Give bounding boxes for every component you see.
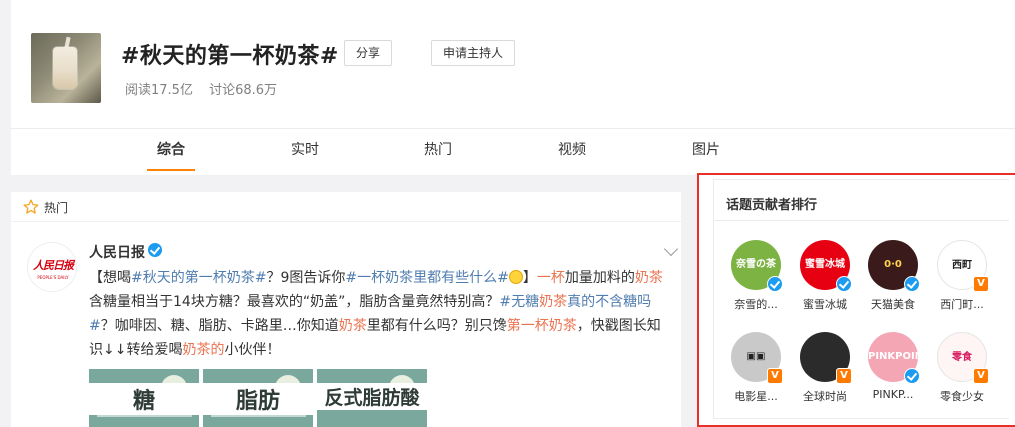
image-label: 反式脂肪酸 — [317, 383, 427, 410]
contributor-name: 蜜雪冰城 — [803, 298, 847, 311]
verified-icon — [767, 368, 783, 384]
verified-icon — [767, 276, 783, 292]
contributor-item[interactable]: 蜜雪冰城 蜜雪冰城 — [792, 240, 858, 311]
topic-link[interactable]: #秋天的第一杯奶茶# — [131, 270, 266, 286]
tab-realtime[interactable]: 实时 — [291, 129, 319, 175]
contributor-item[interactable]: 0·0 天猫美食 — [860, 240, 926, 311]
contributor-item[interactable]: 全球时尚 — [792, 332, 858, 403]
image-caption-bar — [211, 413, 306, 417]
author-name[interactable]: 人民日报 — [89, 242, 145, 262]
contributor-name: 天猫美食 — [871, 298, 915, 311]
avatar-logo-subtext: PEOPLE'S DAILY — [37, 275, 69, 280]
post-text-segment: 【想喝 — [89, 270, 131, 286]
keyword-highlight: 奶茶的 — [182, 342, 225, 358]
topic-stats: 阅读17.5亿 讨论68.6万 — [125, 79, 289, 98]
keyword-highlight: 第一杯奶茶 — [506, 318, 577, 334]
post-image[interactable]: 脂肪 — [203, 369, 313, 427]
tab-video[interactable]: 视频 — [558, 129, 586, 175]
post-image[interactable]: 反式脂肪酸 — [317, 369, 427, 427]
apply-host-button[interactable]: 申请主持人 — [431, 40, 516, 66]
discussion-count: 讨论68.6万 — [209, 83, 278, 98]
hot-section-header: 热门 — [11, 192, 681, 222]
post-text: 【想喝#秋天的第一杯奶茶#？9图告诉你#一杯奶茶里都有些什么# 】一杯加量加料的奶… — [89, 266, 669, 362]
contributor-ranking-card: 话题贡献者排行 奈雪の茶奈雪的...蜜雪冰城蜜雪冰城0·0天猫美食西町西门町..… — [713, 179, 1009, 419]
contributor-item[interactable]: PINKPOINTPINKP... — [860, 332, 926, 402]
author-avatar[interactable]: 人民日报 PEOPLE'S DAILY — [27, 242, 77, 292]
verified-icon — [836, 368, 852, 384]
contributor-ranking-title: 话题贡献者排行 — [726, 198, 818, 213]
topic-tabs: 综合 实时 热门 视频 图片 — [11, 129, 1015, 175]
post-text-segment: 里都有什么吗？别只馋 — [366, 318, 507, 334]
verified-icon — [904, 368, 920, 384]
contributor-name: 奈雪的... — [734, 298, 778, 311]
contributor-item[interactable]: ▣▣电影星... — [723, 332, 789, 403]
post-text-segment: 加量加料的 — [564, 270, 635, 286]
contributor-name: PINKP... — [872, 388, 914, 401]
image-label: 脂肪 — [203, 383, 313, 415]
topic-link-text: #无糖 — [499, 294, 540, 310]
image-caption-bar — [97, 413, 192, 417]
keyword-highlight: 一杯 — [536, 270, 565, 286]
contributor-ranking-panel: 话题贡献者排行 奈雪の茶奈雪的...蜜雪冰城蜜雪冰城0·0天猫美食西町西门町..… — [697, 173, 1015, 427]
avatar-logo-text: 人民日报 — [33, 259, 74, 272]
image-label: 糖 — [89, 383, 199, 415]
tab-comprehensive[interactable]: 综合 — [147, 129, 195, 175]
post-text-segment: 小伙伴！ — [224, 342, 281, 358]
keyword-highlight: 奶茶 — [338, 318, 367, 334]
keyword-highlight: 奶茶 — [539, 294, 568, 310]
post-text-segment: “奶盖”，脂肪含量竟然特别高？ — [302, 294, 500, 310]
post-text-segment: 】 — [522, 270, 537, 286]
topic-link[interactable]: #一杯奶茶里都有些什么# — [345, 270, 508, 286]
verified-icon — [973, 368, 989, 384]
verified-icon — [904, 276, 920, 292]
emoji-icon — [508, 270, 523, 284]
tab-hot[interactable]: 热门 — [424, 129, 452, 175]
topic-link-text: 里都有些什么# — [413, 270, 509, 286]
verified-icon — [148, 243, 162, 257]
post-text-segment: 含糖量相当于14块方糖？最喜欢的 — [89, 294, 303, 310]
post-text-segment: ？9图告诉你 — [266, 270, 346, 286]
post-image[interactable]: 糖 — [89, 369, 199, 427]
contributor-name: 全球时尚 — [803, 390, 847, 403]
verified-icon — [973, 276, 989, 292]
contributor-item[interactable]: 奈雪の茶 奈雪的... — [723, 240, 789, 311]
topic-image — [31, 33, 101, 103]
chevron-down-icon[interactable] — [663, 241, 679, 257]
keyword-highlight: 奶茶 — [634, 270, 663, 286]
tab-pictures[interactable]: 图片 — [692, 129, 720, 175]
feed-card: 热门 人民日报 PEOPLE'S DAILY 人民日报 【想喝#秋天的第一杯奶茶… — [11, 192, 681, 427]
contributor-name: 西门町... — [940, 298, 984, 311]
verified-icon — [836, 276, 852, 292]
contributor-name: 零食少女 — [940, 390, 984, 403]
contributor-item[interactable]: 零食零食少女 — [929, 332, 995, 403]
read-count: 阅读17.5亿 — [125, 83, 193, 98]
post-text-segment: ？咖啡因、糖、脂肪、卡路里…你知道 — [100, 318, 339, 334]
topic-header: #秋天的第一杯奶茶# 分享 申请主持人 阅读17.5亿 讨论68.6万 综合 实… — [11, 0, 1015, 175]
topic-info: #秋天的第一杯奶茶# 分享 申请主持人 阅读17.5亿 讨论68.6万 — [11, 0, 1015, 128]
topic-link-text: #一杯奶茶 — [345, 270, 414, 286]
contributor-item[interactable]: 西町西门町... — [929, 240, 995, 311]
divider — [714, 220, 1009, 221]
milk-tea-cup-shape — [53, 47, 77, 89]
share-button[interactable]: 分享 — [344, 40, 393, 66]
hot-section-label: 热门 — [44, 201, 69, 215]
contributor-name: 电影星... — [734, 390, 778, 403]
star-icon — [23, 199, 39, 214]
topic-title: #秋天的第一杯奶茶# — [121, 44, 339, 69]
